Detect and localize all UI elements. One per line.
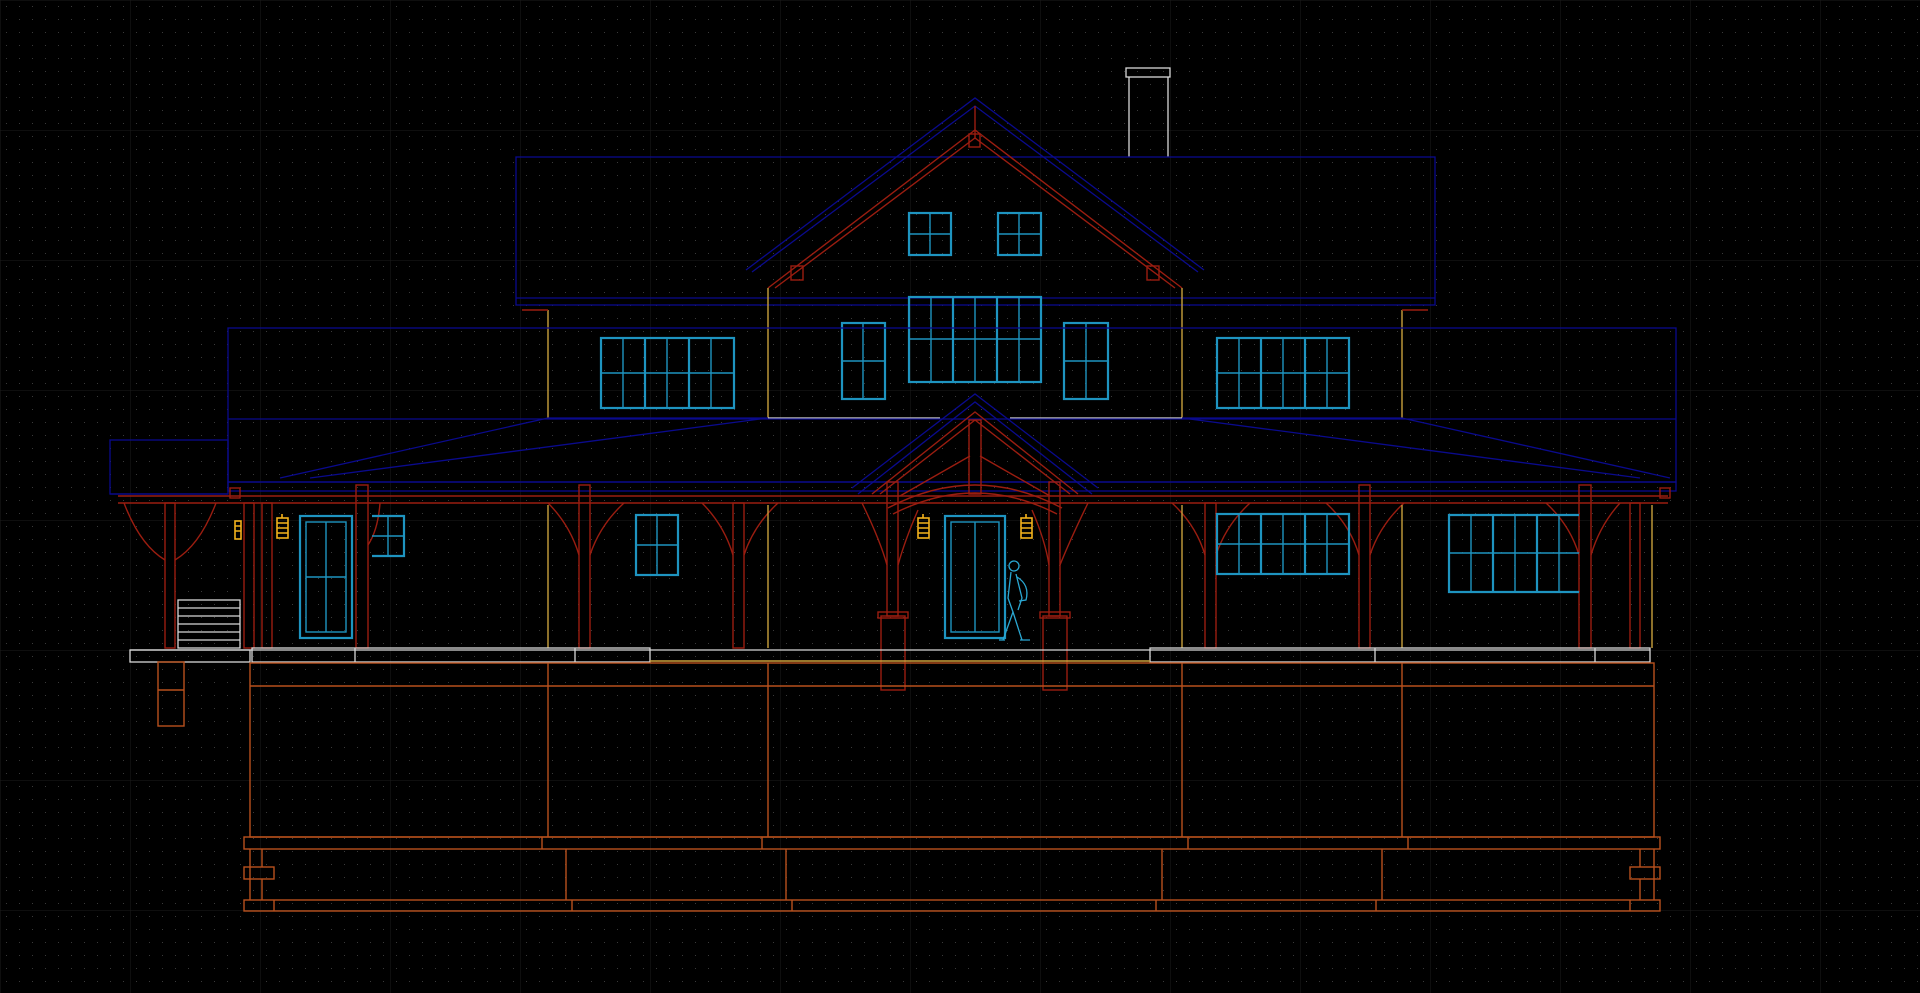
cad-elevation-canvas[interactable] [0,0,1920,993]
